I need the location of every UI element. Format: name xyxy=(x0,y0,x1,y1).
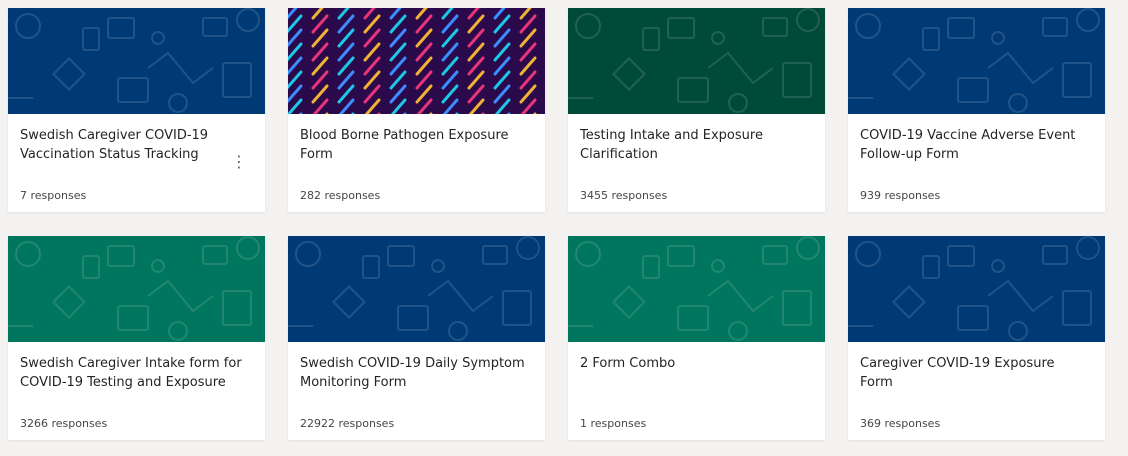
form-title[interactable]: Blood Borne Pathogen Exposure Form xyxy=(300,126,525,164)
response-count: 3266 responses xyxy=(20,417,108,430)
response-count: 939 responses xyxy=(860,189,941,202)
response-count: 1 responses xyxy=(580,417,647,430)
form-banner xyxy=(8,8,265,114)
form-card[interactable]: Caregiver COVID-19 Exposure Form 369 res… xyxy=(848,236,1105,440)
form-banner xyxy=(8,236,265,342)
form-banner xyxy=(848,8,1105,114)
form-title[interactable]: Swedish Caregiver Intake form for COVID-… xyxy=(20,354,245,392)
response-count: 3455 responses xyxy=(580,189,668,202)
form-title[interactable]: Caregiver COVID-19 Exposure Form xyxy=(860,354,1085,392)
response-count: 7 responses xyxy=(20,189,87,202)
form-card[interactable]: Swedish COVID-19 Daily Symptom Monitorin… xyxy=(288,236,545,440)
form-card[interactable]: COVID-19 Vaccine Adverse Event Follow-up… xyxy=(848,8,1105,212)
form-card[interactable]: Swedish Caregiver COVID-19 Vaccination S… xyxy=(8,8,265,212)
response-count: 369 responses xyxy=(860,417,941,430)
form-card[interactable]: 2 Form Combo 1 responses xyxy=(568,236,825,440)
form-banner xyxy=(288,236,545,342)
form-banner xyxy=(848,236,1105,342)
form-card[interactable]: Swedish Caregiver Intake form for COVID-… xyxy=(8,236,265,440)
form-title[interactable]: 2 Form Combo xyxy=(580,354,805,373)
form-card[interactable]: Blood Borne Pathogen Exposure Form 282 r… xyxy=(288,8,545,212)
response-count: 22922 responses xyxy=(300,417,395,430)
form-banner xyxy=(288,8,545,114)
form-title[interactable]: Testing Intake and Exposure Clarificatio… xyxy=(580,126,805,164)
form-card[interactable]: Testing Intake and Exposure Clarificatio… xyxy=(568,8,825,212)
form-title[interactable]: Swedish COVID-19 Daily Symptom Monitorin… xyxy=(300,354,525,392)
response-count: 282 responses xyxy=(300,189,381,202)
form-banner xyxy=(568,8,825,114)
more-options-icon[interactable]: ⋮ xyxy=(231,154,247,170)
form-title[interactable]: COVID-19 Vaccine Adverse Event Follow-up… xyxy=(860,126,1085,164)
form-banner xyxy=(568,236,825,342)
form-title[interactable]: Swedish Caregiver COVID-19 Vaccination S… xyxy=(20,126,245,164)
